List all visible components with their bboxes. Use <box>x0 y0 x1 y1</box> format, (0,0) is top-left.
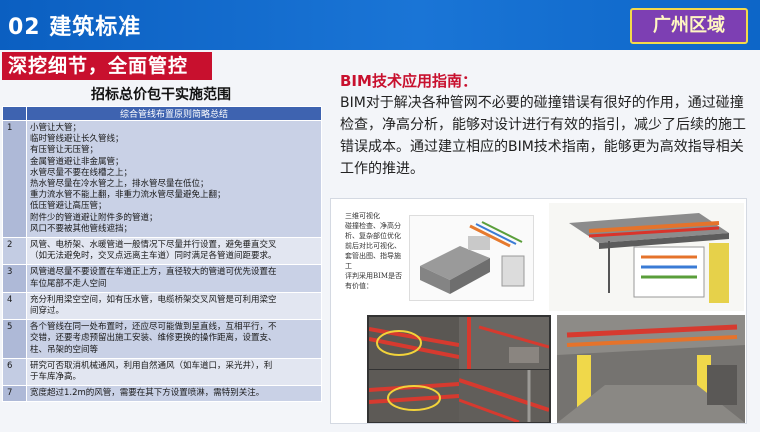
row-number: 5 <box>2 319 27 359</box>
table-row: 5 各个管线在同一处布置时，还应尽可能做到呈直线，互相平行，不 交错，还要考虑预留出… <box>2 319 322 359</box>
row-text: 宽度超过1.2m的风管，需要在其下方设置喷淋，需特别关注。 <box>26 385 322 403</box>
row-line: 柱、吊架的空间等 <box>30 344 99 355</box>
document-line: 评判采用BIM是否 <box>345 272 403 280</box>
row-number: 4 <box>2 291 27 321</box>
row-line: 宽度超过1.2m的风管，需要在其下方设置喷淋，需特别关注。 <box>30 388 265 399</box>
page-title: 02 建筑标准 <box>8 15 142 40</box>
row-line: 临时管线避让长久管线； <box>30 134 124 145</box>
row-line: 小管让大管； <box>30 123 82 133</box>
row-line: 风管、电桥架、水暖管道一般情况下尽量并行设置，避免垂直交叉 <box>30 240 277 251</box>
row-line: 风管道尽量不要设置在车道正上方，直径较大的管道可优先设置在 <box>30 267 277 278</box>
bim-description: BIM对于解决各种管网不必要的碰撞错误有很好的作用，通过碰撞检查，净高分析，能够… <box>340 95 746 177</box>
site-photo-2 <box>459 317 549 369</box>
row-line: 风口不要被其他管线遮挡； <box>30 223 133 234</box>
table-column-header: 综合管线布置原则简略总结 <box>26 106 322 121</box>
table-row: 7 宽度超过1.2m的风管，需要在其下方设置喷淋，需特别关注。 <box>2 385 322 403</box>
table-row: 1 小管让大管； 临时管线避让长久管线； 有压管让无压管； 金属管道避让非金属管； 水管尽… <box>2 119 322 239</box>
row-line: 各个管线在同一处布置时，还应尽可能做到呈直线，互相平行，不 <box>30 322 277 333</box>
row-text: 小管让大管； 临时管线避让长久管线； 有压管让无压管； 金属管道避让非金属管； 水管尽量… <box>26 119 322 239</box>
section-banner: 深挖细节，全面管控 <box>2 52 212 80</box>
site-photo-3 <box>369 370 459 422</box>
row-number: 3 <box>2 264 27 293</box>
row-number: 1 <box>2 119 27 239</box>
guide-document-excerpt: 三维可视化碰撞检查、净高分 析、复杂部位优化 前后对比可视化、 套管出图、指导施工评判… <box>337 203 542 313</box>
row-line: 附件少的管道避让附件多的管道； <box>30 212 158 223</box>
row-line: 金属管道避让非金属管； <box>30 156 124 167</box>
model-diagram <box>409 215 534 301</box>
row-line: 低压管避让高压管； <box>30 201 107 212</box>
principles-table: 综合管线布置原则简略总结 1 小管让大管； 临时管线避让长久管线； 有压管让无压管；金… <box>2 106 322 403</box>
row-text: 各个管线在同一处布置时，还应尽可能做到呈直线，互相平行，不 交错，还要考虑预留出施… <box>26 319 322 359</box>
table-body: 1 小管让大管； 临时管线避让长久管线； 有压管让无压管； 金属管道避让非金属管； 水管尽… <box>2 119 322 403</box>
document-line: 前后对比可视化、 <box>345 242 401 250</box>
row-line: 有压管让无压管； <box>30 145 99 156</box>
document-line: 析、复杂部位优化 <box>345 232 401 240</box>
bim-title: BIM技术应用指南： <box>340 72 477 90</box>
table-row: 2 风管、电桥架、水暖管道一般情况下尽量并行设置，避免垂直交叉 （如无法避免时，交叉… <box>2 237 322 266</box>
site-photo-1 <box>369 317 459 369</box>
table-row: 6 研究可否取消机械通风，利用自然通风（如车道口，采光井），利 于车库净高。 <box>2 357 322 387</box>
row-text: 风管、电桥架、水暖管道一般情况下尽量并行设置，避免垂直交叉 （如无法避免时，交叉点… <box>26 237 322 266</box>
row-line: 于车库净高。 <box>30 372 82 383</box>
illustration-panel: 三维可视化碰撞检查、净高分 析、复杂部位优化 前后对比可视化、 套管出图、指导施工评判… <box>330 198 747 424</box>
row-number: 6 <box>2 357 27 387</box>
site-photo-grid <box>367 315 551 423</box>
table-row: 3 风管道尽量不要设置在车道正上方，直径较大的管道可优先设置在 车位尾部不走人空间 <box>2 264 322 293</box>
row-text: 风管道尽量不要设置在车道正上方，直径较大的管道可优先设置在 车位尾部不走人空间 <box>26 264 322 293</box>
row-line: 热水管尽量在冷水管之上，排水管尽量在低位； <box>30 179 209 190</box>
document-line: 套管出图、指导施 <box>345 252 401 260</box>
header-bar: 02 建筑标准 广州区域 <box>0 0 760 50</box>
document-line: 工 <box>345 262 352 270</box>
row-line: 交错，还要考虑预留出施工安装、维修更换的操作距离，设置支、 <box>30 333 277 344</box>
row-line: 研究可否取消机械通风，利用自然通风（如车道口，采光井），利 <box>30 360 273 371</box>
row-line: （如无法避免时，交叉点远离主车道）同时满足各管道间距要求。 <box>30 251 277 262</box>
row-line: 水管尽量不要在线槽之上； <box>30 167 133 178</box>
document-text: 三维可视化碰撞检查、净高分 析、复杂部位优化 前后对比可视化、 套管出图、指导施工评判… <box>345 211 405 291</box>
table-header-num <box>2 106 27 121</box>
row-line: 间穿过。 <box>30 306 65 317</box>
table-row: 4 充分利用梁空空间，如有压水管，电缆桥架交叉风管是可利用梁空 间穿过。 <box>2 291 322 321</box>
document-line: 三维可视化 <box>345 212 380 220</box>
table-title: 招标总价包干实施范围 <box>91 87 231 103</box>
row-line: 重力流水管不能上翻，非重力流水管尽量避免上翻； <box>30 190 226 201</box>
document-line: 碰撞检查、净高分 <box>345 222 401 230</box>
row-line: 充分利用梁空空间，如有压水管，电缆桥架交叉风管是可利用梁空 <box>30 294 277 305</box>
row-text: 充分利用梁空空间，如有压水管，电缆桥架交叉风管是可利用梁空 间穿过。 <box>26 291 322 321</box>
bim-render-photo <box>557 315 745 423</box>
row-line: 车位尾部不走人空间 <box>30 278 107 289</box>
site-photo-4 <box>459 370 549 422</box>
document-line: 有价值： <box>345 282 373 290</box>
bim-3d-model <box>549 203 744 311</box>
row-number: 2 <box>2 237 27 266</box>
row-text: 研究可否取消机械通风，利用自然通风（如车道口，采光井），利 于车库净高。 <box>26 357 322 387</box>
row-number: 7 <box>2 385 27 403</box>
region-badge: 广州区域 <box>630 8 748 44</box>
